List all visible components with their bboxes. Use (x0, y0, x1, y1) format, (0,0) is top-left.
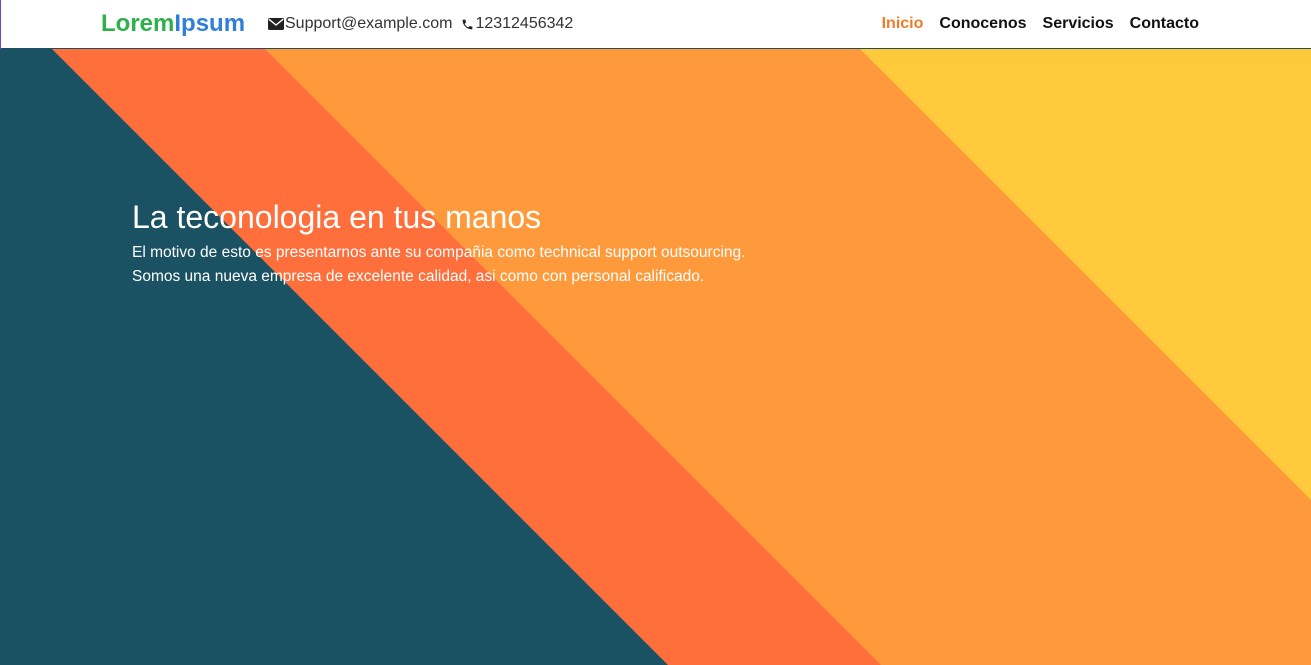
envelope-icon (268, 18, 284, 30)
nav-item-servicios[interactable]: Servicios (1043, 13, 1114, 35)
nav-item-contacto[interactable]: Contacto (1130, 13, 1199, 35)
brand-part-lorem: Lorem (101, 10, 175, 37)
hero-title: La teconologia en tus manos (132, 199, 542, 235)
hero-description: El motivo de esto es presentarnos ante s… (132, 244, 746, 285)
page: LoremIpsum Support@example.com 123124563… (0, 0, 1311, 665)
support-email[interactable]: Support@example.com (285, 15, 452, 33)
hero-background-stripes (0, 49, 1311, 665)
nav-item-inicio[interactable]: Inicio (882, 13, 924, 35)
phone-icon (461, 18, 474, 31)
nav-item-conocenos[interactable]: Conocenos (939, 13, 1026, 35)
brand-part-ipsum: Ipsum (174, 10, 246, 37)
hero-content: La teconologia en tus manos El motivo de… (132, 197, 792, 289)
hero-section: La teconologia en tus manos El motivo de… (0, 49, 1311, 665)
brand-logo[interactable]: LoremIpsum (101, 10, 245, 38)
navbar: LoremIpsum Support@example.com 123124563… (0, 0, 1311, 49)
support-phone[interactable]: 12312456342 (475, 15, 573, 33)
contact-info: Support@example.com 12312456342 (268, 14, 573, 34)
nav-menu: Inicio Conocenos Servicios Contacto (882, 13, 1199, 35)
left-edge-accent (0, 0, 1, 49)
